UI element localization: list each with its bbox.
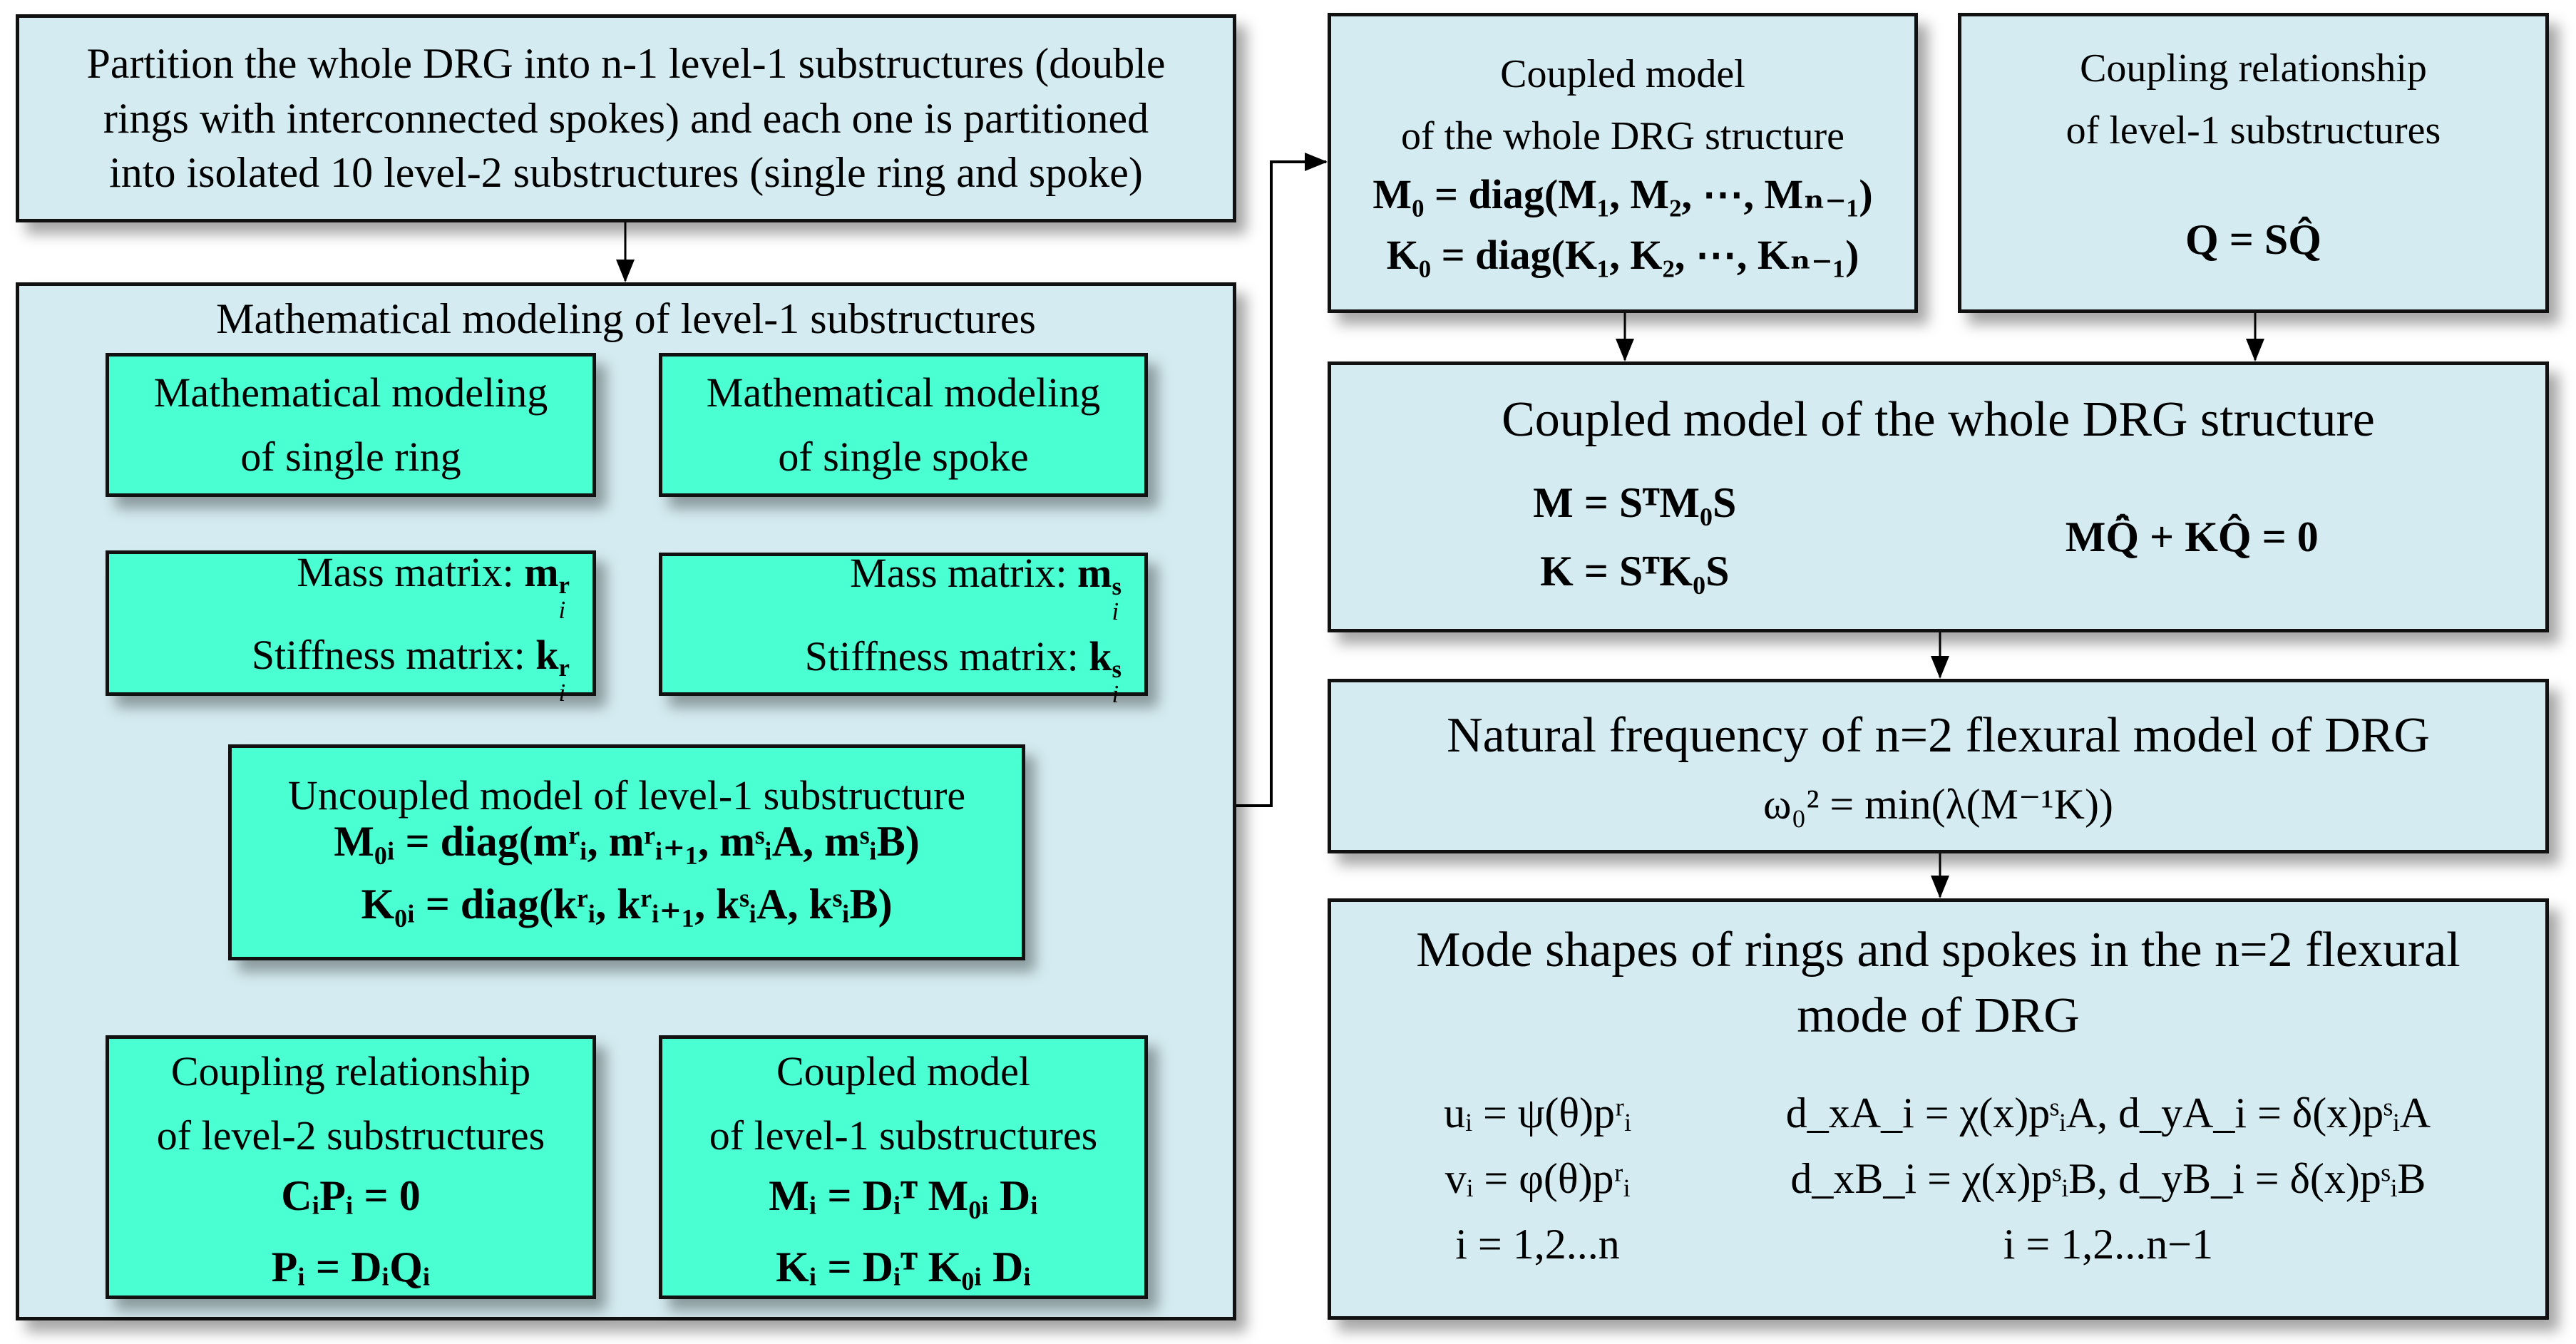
mode-shapes-title-line-1: Mode shapes of rings and spokes in the n…: [1416, 923, 2460, 978]
coupled-l1-eq-2: Kᵢ = Dᵢᵀ K₀ᵢ Dᵢ: [776, 1243, 1031, 1291]
level1-group-title: Mathematical modeling of level-1 substru…: [216, 295, 1036, 342]
uncoupled-eq-M: M₀ᵢ = diag(mʳᵢ, mʳᵢ₊₁, mˢᵢA, mˢᵢB): [334, 818, 920, 866]
natural-frequency-title: Natural frequency of n=2 flexural model …: [1447, 707, 2430, 763]
partition-line-1: Partition the whole DRG into n-1 level-1…: [86, 39, 1166, 87]
ring-line-2: of single ring: [240, 434, 461, 480]
ring-stiff-sub: i: [558, 679, 566, 707]
natural-frequency-box: Natural frequency of n=2 flexural model …: [1328, 679, 2549, 853]
spoke-mass-symbol: m: [1077, 550, 1112, 597]
arrow-group-to-coupled-whole: [1236, 153, 1328, 807]
spoke-line-1: Mathematical modeling: [706, 369, 1101, 416]
ring-mass-sub: i: [558, 596, 566, 625]
spoke-mass-matrix: Mass matrix: msi: [805, 541, 1122, 624]
ring-stiff-symbol: k: [535, 632, 559, 678]
partition-box: Partition the whole DRG into n-1 level-1…: [16, 14, 1236, 222]
ring-stiffness-matrix: Stiffness matrix: kri: [252, 623, 570, 706]
spoke-mode-B: d_xB_i = χ(x)pˢᵢB, d_yB_i = δ(x)pˢᵢB: [1790, 1154, 2426, 1202]
coupled-whole-top-eq-2: K₀ = diag(K₁, K₂, ⋯, Kₙ₋₁): [1386, 232, 1859, 279]
spoke-stiff-label: Stiffness matrix:: [804, 632, 1079, 679]
ring-index-range: i = 1,2...n: [1455, 1220, 1620, 1268]
uncoupled-model-box: Uncoupled model of level-1 substructure …: [228, 744, 1025, 960]
coupled-whole-top-line-2: of the whole DRG structure: [1400, 114, 1845, 159]
coupled-whole-eq-K: K = SᵀK₀S: [1540, 548, 1730, 595]
coupling-l2-eq-2: Pᵢ = DᵢQᵢ: [271, 1243, 431, 1291]
coupled-l1-line-2: of level-1 substructures: [709, 1112, 1098, 1159]
spoke-matrices-box: Mass matrix: msi Stiffness matrix: ksi: [659, 550, 1148, 707]
mode-shapes-box: Mode shapes of rings and spokes in the n…: [1328, 898, 2549, 1320]
ring-mode-u: uᵢ = ψ(θ)pʳᵢ: [1444, 1089, 1631, 1137]
coupled-whole-top-eq-1: M₀ = diag(M₁, M₂, ⋯, Mₙ₋₁): [1372, 170, 1873, 217]
coupling-l2-line-2: of level-2 substructures: [156, 1112, 545, 1159]
ring-mass-label: Mass matrix:: [297, 548, 514, 595]
ring-stiff-label: Stiffness matrix:: [251, 632, 525, 678]
spoke-stiff-symbol: k: [1089, 632, 1112, 679]
ring-line-1: Mathematical modeling: [153, 369, 548, 416]
coupling-l1-line-1: Coupling relationship: [2080, 46, 2427, 91]
coupled-whole-eq-M: M = SᵀM₀S: [1533, 479, 1737, 526]
natural-frequency-eq: ω₀² = min(λ(M⁻¹K)): [1763, 780, 2113, 828]
spoke-stiff-sup: s: [1112, 655, 1122, 683]
partition-line-2: rings with interconnected spokes) and ea…: [103, 94, 1149, 142]
spoke-mass-sub: i: [1112, 597, 1119, 625]
coupled-whole-title: Coupled model of the whole DRG structure: [1502, 392, 2375, 447]
coupling-l1-line-2: of level-1 substructures: [2066, 108, 2441, 153]
single-ring-box: Mathematical modeling of single ring: [106, 353, 596, 497]
coupled-whole-box: Coupled model of the whole DRG structure…: [1328, 361, 2549, 632]
spoke-stiff-sub: i: [1112, 679, 1119, 708]
ring-stiff-sup: r: [558, 654, 570, 682]
uncoupled-eq-K: K₀ᵢ = diag(kʳᵢ, kʳᵢ₊₁, kˢᵢA, kˢᵢB): [361, 881, 893, 928]
spoke-index-range: i = 1,2...n−1: [2003, 1220, 2214, 1268]
ring-mode-v: vᵢ = φ(θ)pʳᵢ: [1444, 1154, 1631, 1202]
spoke-mass-sup: s: [1112, 572, 1122, 600]
spoke-mode-A: d_xA_i = χ(x)pˢᵢA, d_yA_i = δ(x)pˢᵢA: [1785, 1089, 2431, 1137]
coupled-l1-eq-1: Mᵢ = Dᵢᵀ M₀ᵢ Dᵢ: [769, 1171, 1038, 1219]
coupled-l1-line-1: Coupled model: [776, 1048, 1030, 1095]
uncoupled-title: Uncoupled model of level-1 substructure: [287, 771, 966, 819]
mode-shapes-title-line-2: mode of DRG: [1797, 988, 2080, 1044]
single-spoke-box: Mathematical modeling of single spoke: [659, 353, 1148, 497]
ring-mass-symbol: m: [524, 548, 559, 595]
ring-mass-matrix: Mass matrix: mri: [252, 540, 570, 623]
spoke-mass-label: Mass matrix:: [850, 550, 1067, 597]
equation-of-motion: MQ̂̈ + KQ̂ = 0: [2065, 513, 2319, 560]
coupled-level1-box: Coupled model of level-1 substructures M…: [659, 1035, 1148, 1299]
spoke-line-2: of single spoke: [778, 434, 1029, 480]
coupling-l2-eq-1: CᵢPᵢ = 0: [281, 1171, 421, 1219]
coupling-level2-box: Coupling relationship of level-2 substru…: [106, 1035, 596, 1299]
spoke-stiffness-matrix: Stiffness matrix: ksi: [805, 625, 1122, 707]
partition-line-3: into isolated 10 level-2 substructures (…: [109, 149, 1143, 197]
coupled-whole-top-box: Coupled model of the whole DRG structure…: [1328, 13, 1918, 313]
coupled-whole-top-line-1: Coupled model: [1500, 52, 1745, 97]
ring-matrices-box: Mass matrix: mri Stiffness matrix: kri: [106, 549, 596, 705]
ring-mass-sup: r: [558, 571, 570, 600]
coupling-l1-eq: Q = SQ̂: [2185, 215, 2321, 263]
coupling-level1-box: Coupling relationship of level-1 substru…: [1958, 13, 2549, 313]
coupling-l2-line-1: Coupling relationship: [170, 1048, 531, 1095]
